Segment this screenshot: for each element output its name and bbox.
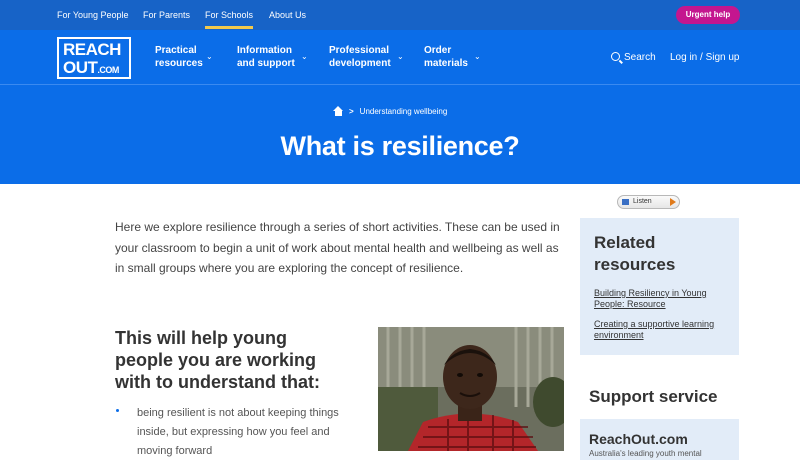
nav-information-support[interactable]: Information and support ⌄ <box>237 44 308 70</box>
reachout-logo[interactable]: REACH OUT.COM <box>57 37 131 79</box>
support-service-card[interactable]: ReachOut.com Australia's leading youth m… <box>580 419 739 460</box>
support-service-title: Support service <box>589 387 718 406</box>
search-icon <box>611 52 620 61</box>
list-item: being resilient is not about keeping thi… <box>115 404 345 460</box>
nav-practical-resources[interactable]: Practical resources ⌄ <box>155 44 213 70</box>
search-button[interactable]: Search <box>611 52 656 63</box>
breadcrumb-separator: > <box>349 107 354 116</box>
breadcrumb-link[interactable]: Understanding wellbeing <box>360 107 448 116</box>
nav-professional-development[interactable]: Professional development ⌄ <box>329 44 404 70</box>
page-hero: > Understanding wellbeing What is resilie… <box>0 84 800 184</box>
home-icon[interactable] <box>333 106 344 116</box>
chevron-down-icon: ⌄ <box>206 52 213 61</box>
related-link[interactable]: Creating a supportive learning environme… <box>594 319 729 341</box>
top-bar: For Young People For Parents For Schools… <box>0 0 800 30</box>
section-heading: This will help young people you are work… <box>115 328 320 392</box>
support-service-name: ReachOut.com <box>589 431 688 447</box>
play-icon <box>667 198 677 206</box>
related-resources-title: Related resources <box>594 233 676 274</box>
related-resources-panel: Related resources Building Resiliency in… <box>580 218 739 355</box>
nav-for-young-people[interactable]: For Young People <box>57 10 129 20</box>
related-link[interactable]: Building Resiliency in Young People: Res… <box>594 288 729 310</box>
logo-line1: REACH <box>63 40 121 59</box>
speaker-icon <box>622 199 629 205</box>
nav-for-parents[interactable]: For Parents <box>143 10 190 20</box>
chevron-down-icon: ⌄ <box>397 52 404 61</box>
support-service-description: Australia's leading youth mental <box>589 449 702 458</box>
breadcrumb: > Understanding wellbeing <box>333 106 447 116</box>
main-nav: REACH OUT.COM Practical resources ⌄ Infor… <box>0 30 800 84</box>
logo-line2: OUT.COM <box>63 58 119 77</box>
urgent-help-button[interactable]: Urgent help <box>676 6 740 24</box>
chevron-down-icon: ⌄ <box>474 52 481 61</box>
nav-order-materials[interactable]: Order materials ⌄ <box>424 44 481 70</box>
nav-for-schools[interactable]: For Schools <box>205 10 254 29</box>
listen-button[interactable]: Listen <box>617 195 680 209</box>
page-title: What is resilience? <box>280 131 520 161</box>
nav-about-us[interactable]: About Us <box>269 10 306 20</box>
intro-paragraph: Here we explore resilience through a ser… <box>115 220 560 275</box>
login-signup-link[interactable]: Log in / Sign up <box>670 52 740 63</box>
chevron-down-icon: ⌄ <box>301 52 308 61</box>
young-man-photo <box>378 327 564 451</box>
